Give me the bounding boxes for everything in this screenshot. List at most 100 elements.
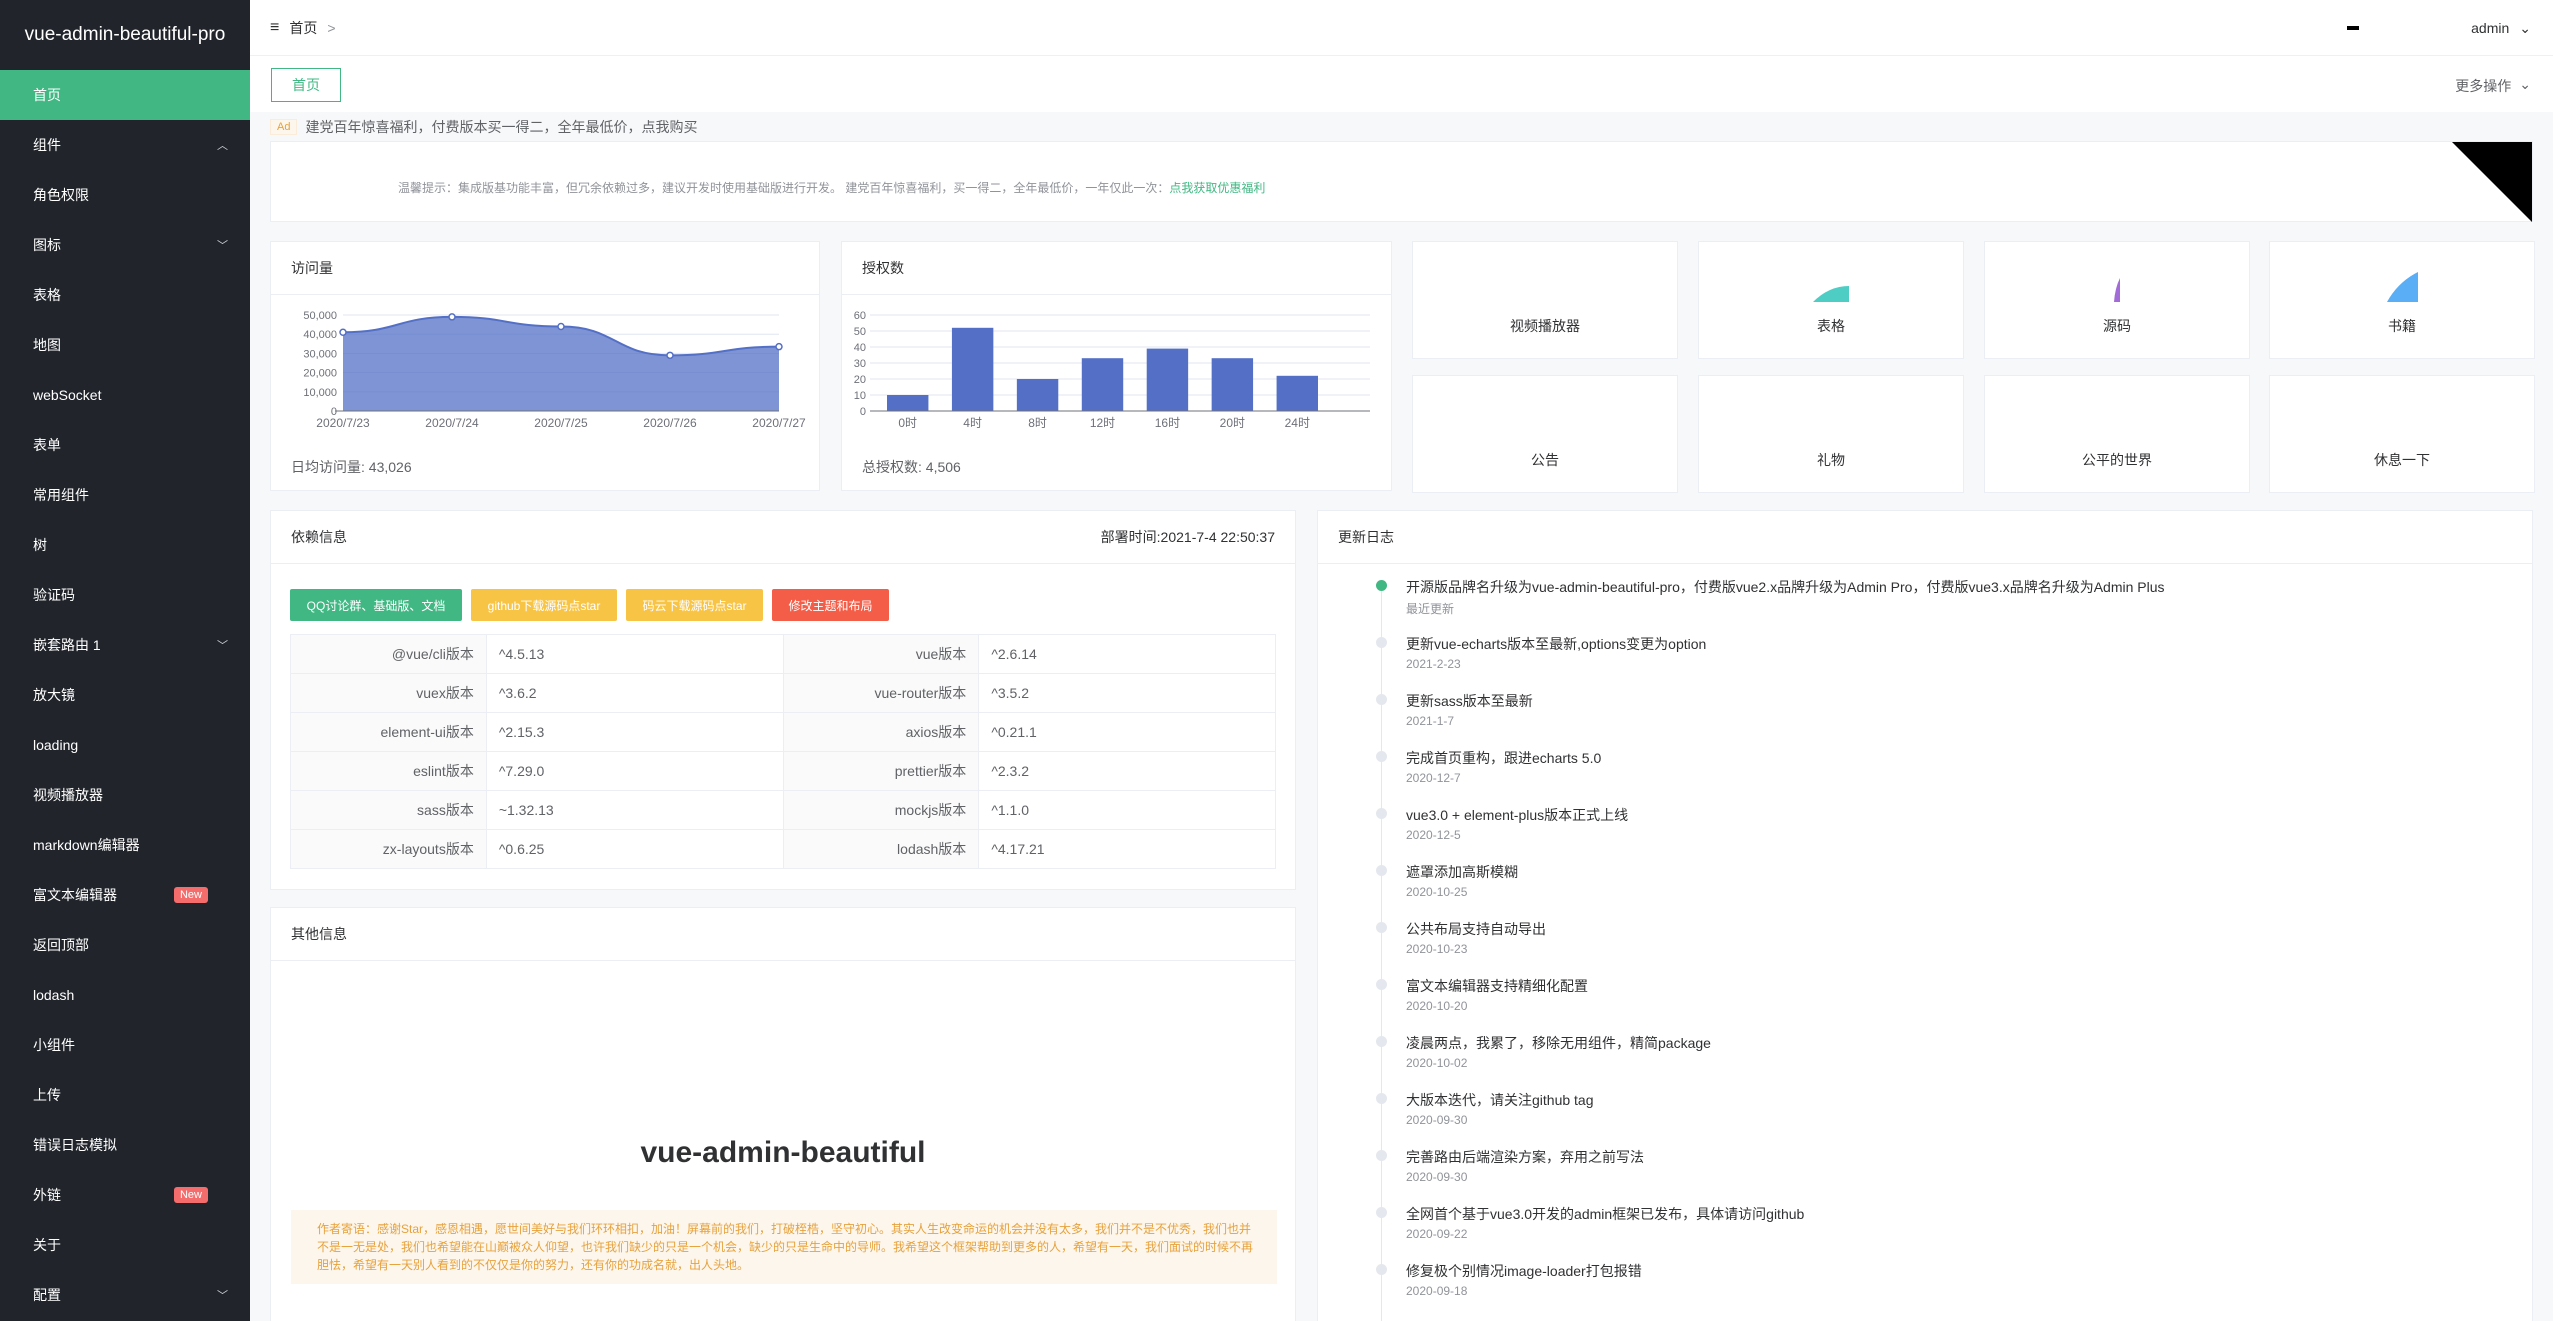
tile-book[interactable]: 书籍	[2269, 241, 2535, 359]
sidebar-item-label: 错误日志模拟	[33, 1137, 117, 1153]
sidebar-item[interactable]: 外链 New	[0, 1170, 250, 1220]
y-tick-label: 40,000	[303, 329, 337, 341]
x-tick-label: 2020/7/23	[316, 416, 370, 430]
user-name: admin	[2471, 20, 2510, 36]
timeline-dot	[1376, 1150, 1387, 1161]
sidebar-item[interactable]: 常用组件	[0, 470, 250, 520]
changelog-entry-date: 2020-10-20	[1406, 999, 1468, 1013]
tile-table[interactable]: 表格	[1698, 241, 1964, 359]
y-tick-label: 50	[854, 326, 866, 338]
dependency-button[interactable]: github下载源码点star	[471, 589, 617, 621]
sidebar-item[interactable]: 嵌套路由 1 ﹀	[0, 620, 250, 670]
author-note: 作者寄语：感谢Star，感恩相遇，愿世间美好与我们环环相扣，加油！屏幕前的我们，…	[291, 1210, 1277, 1284]
timeline-dot	[1376, 979, 1387, 990]
sidebar-item[interactable]: 表格	[0, 270, 250, 320]
github-corner-icon[interactable]	[2452, 142, 2532, 222]
dependency-button[interactable]: QQ讨论群、基础版、文档	[290, 589, 462, 621]
breadcrumb-home[interactable]: 首页	[289, 18, 317, 38]
sidebar-item[interactable]: 地图	[0, 320, 250, 370]
dependency-row: zx-layouts版本 ^0.6.25 lodash版本 ^4.17.21	[290, 829, 1276, 869]
sidebar-item[interactable]: 视频播放器	[0, 770, 250, 820]
sidebar-item[interactable]: markdown编辑器	[0, 820, 250, 870]
dependency-row: eslint版本 ^7.29.0 prettier版本 ^2.3.2	[290, 751, 1276, 791]
tab-home[interactable]: 首页	[271, 68, 341, 102]
x-tick-label: 16时	[1155, 416, 1180, 430]
dependency-name: axios版本	[782, 712, 980, 752]
book-icon	[2387, 272, 2418, 302]
dependency-name: mockjs版本	[782, 790, 980, 830]
sidebar-item-label: lodash	[33, 987, 75, 1003]
dependency-name: @vue/cli版本	[290, 634, 487, 674]
sidebar-item-label: 上传	[33, 1087, 61, 1103]
dependency-button[interactable]: 码云下载源码点star	[626, 589, 763, 621]
dependency-button[interactable]: 修改主题和布局	[772, 589, 889, 621]
sidebar-item[interactable]: 返回顶部	[0, 920, 250, 970]
sidebar-item[interactable]: 角色权限	[0, 170, 250, 220]
sidebar-item-label: 关于	[33, 1237, 61, 1253]
changelog-entry-date: 2020-09-30	[1406, 1170, 1468, 1184]
sidebar-item[interactable]: 放大镜	[0, 670, 250, 720]
tip-message: 温馨提示：集成版基功能丰富，但冗余依赖过多，建议开发时使用基础版进行开发。 建党…	[398, 181, 1170, 195]
dependency-version: ^4.5.13	[485, 634, 784, 674]
dependency-name: sass版本	[290, 790, 487, 830]
sidebar-item[interactable]: 组件 ︿	[0, 120, 250, 170]
y-tick-label: 20,000	[303, 368, 337, 380]
chevron-down-icon: ﹀	[217, 1290, 228, 1302]
sidebar-item[interactable]: 首页	[0, 70, 250, 120]
chevron-down-icon: ﹀	[217, 240, 228, 252]
bar	[887, 395, 929, 411]
sidebar-item-label: 地图	[33, 337, 61, 353]
other-info-title: 其他信息	[291, 926, 347, 942]
sidebar-item-label: 视频播放器	[33, 787, 103, 803]
app-logo-title[interactable]: vue-admin-beautiful-pro	[0, 0, 250, 70]
sidebar-item[interactable]: 图标 ﹀	[0, 220, 250, 270]
brand-mark-icon	[2347, 26, 2359, 30]
tile-label: 源码	[2103, 318, 2131, 334]
changelog-entry-title: 富文本编辑器支持精细化配置	[1406, 978, 1588, 994]
sidebar-item[interactable]: 错误日志模拟	[0, 1120, 250, 1170]
dependency-name: lodash版本	[782, 829, 980, 869]
tile-video[interactable]: 视频播放器	[1412, 241, 1678, 359]
sidebar-item[interactable]: 树	[0, 520, 250, 570]
sidebar-item[interactable]: 关于	[0, 1220, 250, 1270]
changelog-card: 更新日志	[1317, 510, 2533, 1321]
menu-fold-icon[interactable]: ≡	[270, 19, 279, 37]
sidebar-item[interactable]: lodash	[0, 970, 250, 1020]
tile-coffee[interactable]: 休息一下	[2269, 375, 2535, 493]
sidebar-item[interactable]: webSocket	[0, 370, 250, 420]
ad-banner[interactable]: Ad 建党百年惊喜福利，付费版本买一得二，全年最低价，点我购买	[270, 116, 2533, 138]
more-actions-dropdown[interactable]: 更多操作 ⌄	[2455, 76, 2531, 96]
sidebar-item[interactable]: 验证码	[0, 570, 250, 620]
changelog-entry-title: 完成首页重构，跟进echarts 5.0	[1406, 750, 1602, 766]
sidebar-item-label: 常用组件	[33, 487, 89, 503]
x-tick-label: 2020/7/27	[752, 416, 806, 430]
chevron-down-icon: ⌄	[2519, 20, 2531, 36]
bar	[1016, 379, 1059, 411]
changelog-entry-title: 更新vue-echarts版本至最新,options变更为option	[1406, 636, 1707, 652]
ad-tag: Ad	[270, 119, 298, 135]
sidebar-item[interactable]: loading	[0, 720, 250, 770]
table-icon	[1813, 286, 1849, 302]
sidebar-item[interactable]: 配置 ﹀	[0, 1270, 250, 1320]
ad-text[interactable]: 建党百年惊喜福利，付费版本买一得二，全年最低价，点我购买	[305, 117, 697, 137]
sidebar-item[interactable]: 小组件	[0, 1020, 250, 1070]
tile-notice[interactable]: 公告	[1412, 375, 1678, 493]
changelog-entry-date: 2020-09-18	[1406, 1284, 1468, 1298]
new-badge: New	[173, 1187, 208, 1203]
y-tick-label: 40	[854, 342, 866, 354]
tile-gift[interactable]: 礼物	[1698, 375, 1964, 493]
sidebar-item[interactable]: 表单	[0, 420, 250, 470]
sidebar-item[interactable]: 上传	[0, 1070, 250, 1120]
x-tick-label: 20时	[1220, 416, 1245, 430]
tile-globe[interactable]: 公平的世界	[1984, 375, 2250, 493]
bar	[1211, 358, 1254, 411]
dependency-name: element-ui版本	[290, 712, 487, 752]
sidebar-item-label: 嵌套路由 1	[33, 637, 101, 653]
user-dropdown[interactable]: admin ⌄	[2471, 20, 2531, 37]
tip-link[interactable]: 点我获取优惠福利	[1169, 181, 1265, 195]
tile-code[interactable]: 源码	[1984, 241, 2250, 359]
sidebar-item-label: 表格	[33, 287, 61, 303]
timeline-dot	[1376, 1036, 1387, 1047]
sidebar-item[interactable]: 富文本编辑器 New	[0, 870, 250, 920]
timeline-dot	[1376, 637, 1387, 648]
